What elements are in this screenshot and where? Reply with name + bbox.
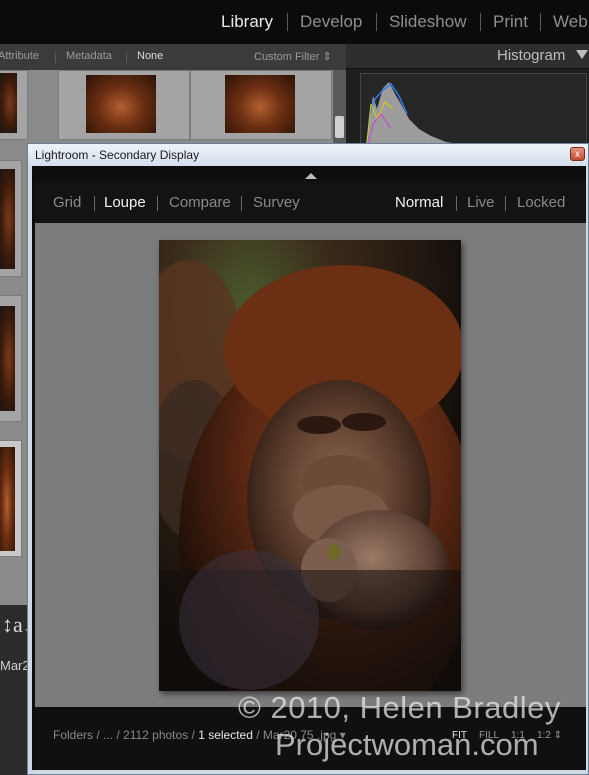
view-mode-separator [94,196,95,211]
grid-thumbnail [86,75,156,133]
custom-filter-dropdown[interactable]: Custom Filter ⇕ [254,50,332,63]
loupe-photo[interactable] [159,240,461,691]
orangutan-photo [159,240,461,691]
loupe-mode-normal[interactable]: Normal [395,194,443,211]
grid-thumbnail [225,75,295,133]
grid-cell[interactable] [0,295,22,422]
module-separator [376,13,377,31]
module-library[interactable]: Library [221,12,273,32]
module-separator [287,13,288,31]
module-separator [540,13,541,31]
grid-cell[interactable] [58,70,190,140]
loupe-mode-separator [456,196,457,211]
grid-thumbnail [0,73,17,133]
library-filter-bar: Attribute Metadata None Custom Filter ⇕ [0,44,346,71]
website-watermark: Projectwoman.com [275,727,539,762]
module-web[interactable]: Web [553,12,588,32]
copyright-watermark: © 2010, Helen Bradley [238,690,561,725]
window-title: Lightroom - Secondary Display [35,148,200,162]
window-close-button[interactable]: x [570,147,585,161]
module-develop[interactable]: Develop [300,12,362,32]
loupe-mode-separator [505,196,506,211]
view-mode-separator [157,196,158,211]
loupe-mode-live[interactable]: Live [467,194,495,211]
source-path[interactable]: Folders / ... / 2112 photos / [53,728,198,742]
module-slideshow[interactable]: Slideshow [389,12,467,32]
view-mode-survey[interactable]: Survey [253,194,300,211]
view-mode-loupe[interactable]: Loupe [104,194,146,211]
filter-attribute[interactable]: Attribute [0,50,39,62]
module-print[interactable]: Print [493,12,528,32]
view-mode-separator [241,196,242,211]
grid-cell[interactable] [0,160,22,277]
close-icon: x [575,149,580,160]
histogram-title: Histogram [497,47,566,64]
module-picker: Library Develop Slideshow Print Web [0,0,589,44]
histogram-collapse-icon[interactable] [576,50,588,59]
zoom-1-2[interactable]: 1:2 ⇕ [537,730,562,741]
selection-count: 1 selected [198,728,253,742]
histogram-curve [365,82,586,154]
view-mode-compare[interactable]: Compare [169,194,231,211]
grid-thumbnail [0,306,15,411]
collapse-top-panel-icon[interactable] [305,173,317,179]
grid-cell[interactable] [0,70,28,140]
view-mode-grid[interactable]: Grid [53,194,81,211]
filter-separator [55,52,57,63]
module-separator [480,13,481,31]
loupe-mode-locked[interactable]: Locked [517,194,565,211]
grid-cell-selected[interactable] [0,440,22,557]
grid-thumbnail [0,169,15,269]
grid-cell[interactable] [190,70,332,140]
filter-none[interactable]: None [137,50,163,62]
grid-scrollbar-thumb[interactable] [335,116,344,138]
filter-separator [126,52,128,63]
grid-thumbnail [0,447,15,551]
filter-metadata[interactable]: Metadata [66,50,112,62]
